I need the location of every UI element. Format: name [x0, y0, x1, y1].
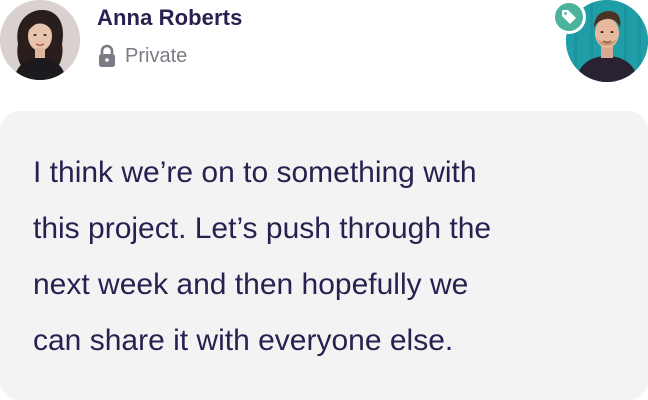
author-avatar-image — [0, 0, 80, 80]
message-bubble: I think we’re on to something with this … — [0, 111, 648, 400]
author-name[interactable]: Anna Roberts — [97, 5, 242, 31]
note-card: Anna Roberts Private I think we’re on to… — [0, 0, 648, 400]
tag-badge[interactable] — [552, 0, 586, 34]
message-text: I think we’re on to something with this … — [33, 156, 492, 357]
privacy-label: Private — [125, 44, 188, 67]
privacy-status[interactable]: Private — [97, 44, 187, 68]
tag-icon — [562, 10, 576, 24]
lock-icon — [97, 44, 117, 68]
author-avatar[interactable] — [0, 0, 80, 80]
